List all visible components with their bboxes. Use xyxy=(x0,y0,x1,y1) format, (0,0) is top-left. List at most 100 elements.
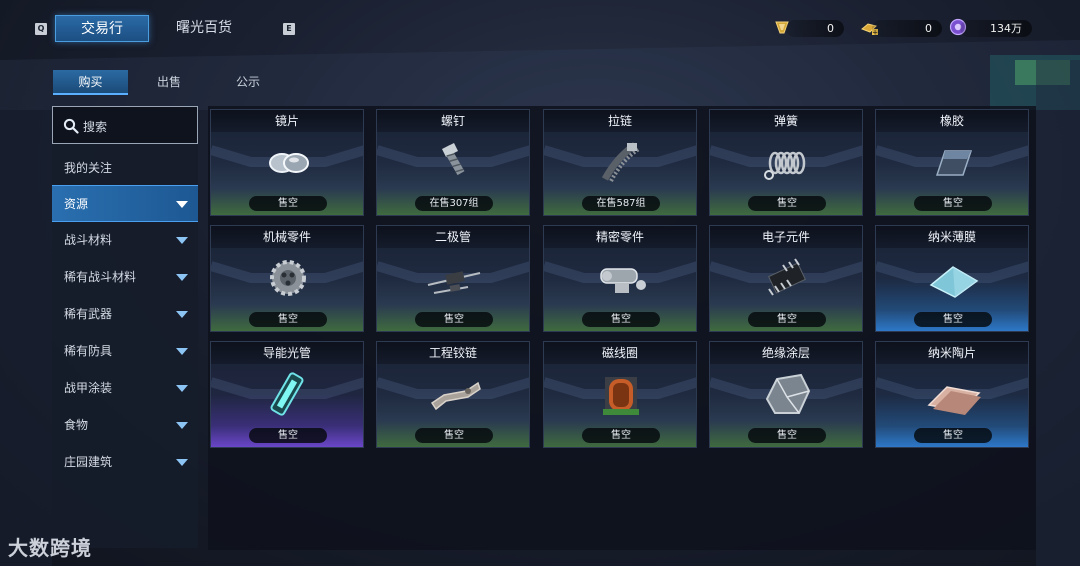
item-card[interactable]: 纳米薄膜 售空 xyxy=(875,225,1029,332)
item-card[interactable]: 绝缘涂层 售空 xyxy=(709,341,863,448)
zipper-icon xyxy=(601,142,641,182)
hinge-icon xyxy=(430,381,481,411)
item-status-badge: 售空 xyxy=(748,196,826,211)
lens-icon xyxy=(269,153,309,173)
sidebar-item-label: 我的关注 xyxy=(64,161,113,175)
sidebar-item-label: 战斗材料 xyxy=(64,233,113,247)
chevron-down-icon xyxy=(176,311,188,318)
sidebar-item-label: 稀有防具 xyxy=(64,344,113,358)
sidebar-item-8[interactable]: 庄园建筑 xyxy=(52,444,198,481)
item-card[interactable]: 精密零件 售空 xyxy=(543,225,697,332)
tab-trading-house[interactable]: 交易行 xyxy=(55,15,149,42)
item-status-badge: 售空 xyxy=(914,312,992,327)
chevron-down-icon xyxy=(176,237,188,244)
chevron-down-icon xyxy=(176,459,188,466)
item-name: 拉链 xyxy=(544,110,696,132)
item-status-badge: 售空 xyxy=(249,312,327,327)
item-card[interactable]: 弹簧 售空 xyxy=(709,109,863,216)
item-card[interactable]: 电子元件 售空 xyxy=(709,225,863,332)
q-key-hint[interactable]: Q xyxy=(35,23,47,35)
item-name: 绝缘涂层 xyxy=(710,342,862,364)
chevron-down-icon xyxy=(176,422,188,429)
item-card[interactable]: 工程铰链 售空 xyxy=(376,341,530,448)
item-status-badge: 售空 xyxy=(415,428,493,443)
tab-dawn-store[interactable]: 曙光百货 xyxy=(163,15,245,42)
sidebar-item-label: 资源 xyxy=(64,197,89,211)
item-status-badge: 在售307组 xyxy=(415,196,493,211)
item-status-badge: 售空 xyxy=(748,428,826,443)
currency-gold-value: 0 xyxy=(786,20,844,37)
search-icon xyxy=(63,118,79,134)
item-card[interactable]: 磁线圈 售空 xyxy=(543,341,697,448)
spring-icon xyxy=(764,151,806,180)
chevron-down-icon xyxy=(176,201,188,208)
item-name: 螺钉 xyxy=(377,110,529,132)
sidebar-item-label: 稀有战斗材料 xyxy=(64,270,137,284)
item-name: 工程铰链 xyxy=(377,342,529,364)
gear-icon xyxy=(270,260,306,296)
sidebar-item-1[interactable]: 资源 xyxy=(52,185,198,222)
item-status-badge: 售空 xyxy=(748,312,826,327)
subtab-publicity[interactable]: 公示 xyxy=(212,70,284,95)
search-placeholder: 搜索 xyxy=(83,120,108,134)
chevron-down-icon xyxy=(176,348,188,355)
sidebar-item-3[interactable]: 稀有战斗材料 xyxy=(52,259,198,296)
sidebar-item-label: 战甲涂装 xyxy=(64,381,113,395)
subtab-buy[interactable]: 购买 xyxy=(53,70,128,95)
diode-icon xyxy=(427,271,481,294)
item-card[interactable]: 机械零件 售空 xyxy=(210,225,364,332)
currency-coin-value: 134万 xyxy=(960,20,1032,37)
precision-part-icon xyxy=(600,268,646,293)
currency-ingot-value: 0 xyxy=(872,20,942,37)
item-card[interactable]: 二极管 售空 xyxy=(376,225,530,332)
item-name: 橡胶 xyxy=(876,110,1028,132)
e-key-hint[interactable]: E xyxy=(283,23,295,35)
top-bar: Q 交易行 曙光百货 E 0 + 0 134万 xyxy=(0,0,1080,56)
item-name: 纳米薄膜 xyxy=(876,226,1028,248)
item-card[interactable]: 拉链在售587组 xyxy=(543,109,697,216)
chevron-down-icon xyxy=(176,385,188,392)
light-tube-icon xyxy=(270,372,304,416)
sidebar-item-5[interactable]: 稀有防具 xyxy=(52,333,198,370)
screw-icon xyxy=(442,143,465,176)
sidebar-item-0[interactable]: 我的关注 xyxy=(52,150,198,187)
item-name: 导能光管 xyxy=(211,342,363,364)
item-name: 机械零件 xyxy=(211,226,363,248)
item-status-badge: 售空 xyxy=(914,196,992,211)
item-name: 电子元件 xyxy=(710,226,862,248)
item-status-badge: 售空 xyxy=(249,196,327,211)
item-name: 磁线圈 xyxy=(544,342,696,364)
item-card[interactable]: 导能光管 售空 xyxy=(210,341,364,448)
film-icon xyxy=(929,266,979,298)
search-input[interactable]: 搜索 xyxy=(52,106,198,144)
insulation-icon xyxy=(765,373,811,414)
item-name: 精密零件 xyxy=(544,226,696,248)
sidebar-item-4[interactable]: 稀有武器 xyxy=(52,296,198,333)
item-status-badge: 售空 xyxy=(914,428,992,443)
item-status-badge: 售空 xyxy=(249,428,327,443)
sidebar-item-2[interactable]: 战斗材料 xyxy=(52,222,198,259)
item-card[interactable]: 镜片 售空 xyxy=(210,109,364,216)
sidebar-item-6[interactable]: 战甲涂装 xyxy=(52,370,198,407)
item-name: 纳米陶片 xyxy=(876,342,1028,364)
ceramic-icon xyxy=(927,386,981,415)
chip-icon xyxy=(768,258,806,296)
item-card[interactable]: 橡胶 售空 xyxy=(875,109,1029,216)
item-card[interactable]: 螺钉在售307组 xyxy=(376,109,530,216)
item-status-badge: 售空 xyxy=(415,312,493,327)
item-status-badge: 售空 xyxy=(582,312,660,327)
category-sidebar: 搜索 我的关注资源战斗材料稀有战斗材料 稀有武器稀有防具战甲涂装食物庄园建筑 xyxy=(52,106,198,548)
item-name: 二极管 xyxy=(377,226,529,248)
subtab-sell[interactable]: 出售 xyxy=(133,70,205,95)
sidebar-item-label: 庄园建筑 xyxy=(64,455,113,469)
sidebar-item-label: 食物 xyxy=(64,418,89,432)
item-status-badge: 在售587组 xyxy=(582,196,660,211)
item-card[interactable]: 纳米陶片 售空 xyxy=(875,341,1029,448)
item-status-badge: 售空 xyxy=(582,428,660,443)
item-name: 弹簧 xyxy=(710,110,862,132)
sidebar-item-7[interactable]: 食物 xyxy=(52,407,198,444)
chevron-down-icon xyxy=(176,274,188,281)
watermark: 大数跨境 xyxy=(8,536,92,560)
item-name: 镜片 xyxy=(211,110,363,132)
sidebar-item-label: 稀有武器 xyxy=(64,307,113,321)
